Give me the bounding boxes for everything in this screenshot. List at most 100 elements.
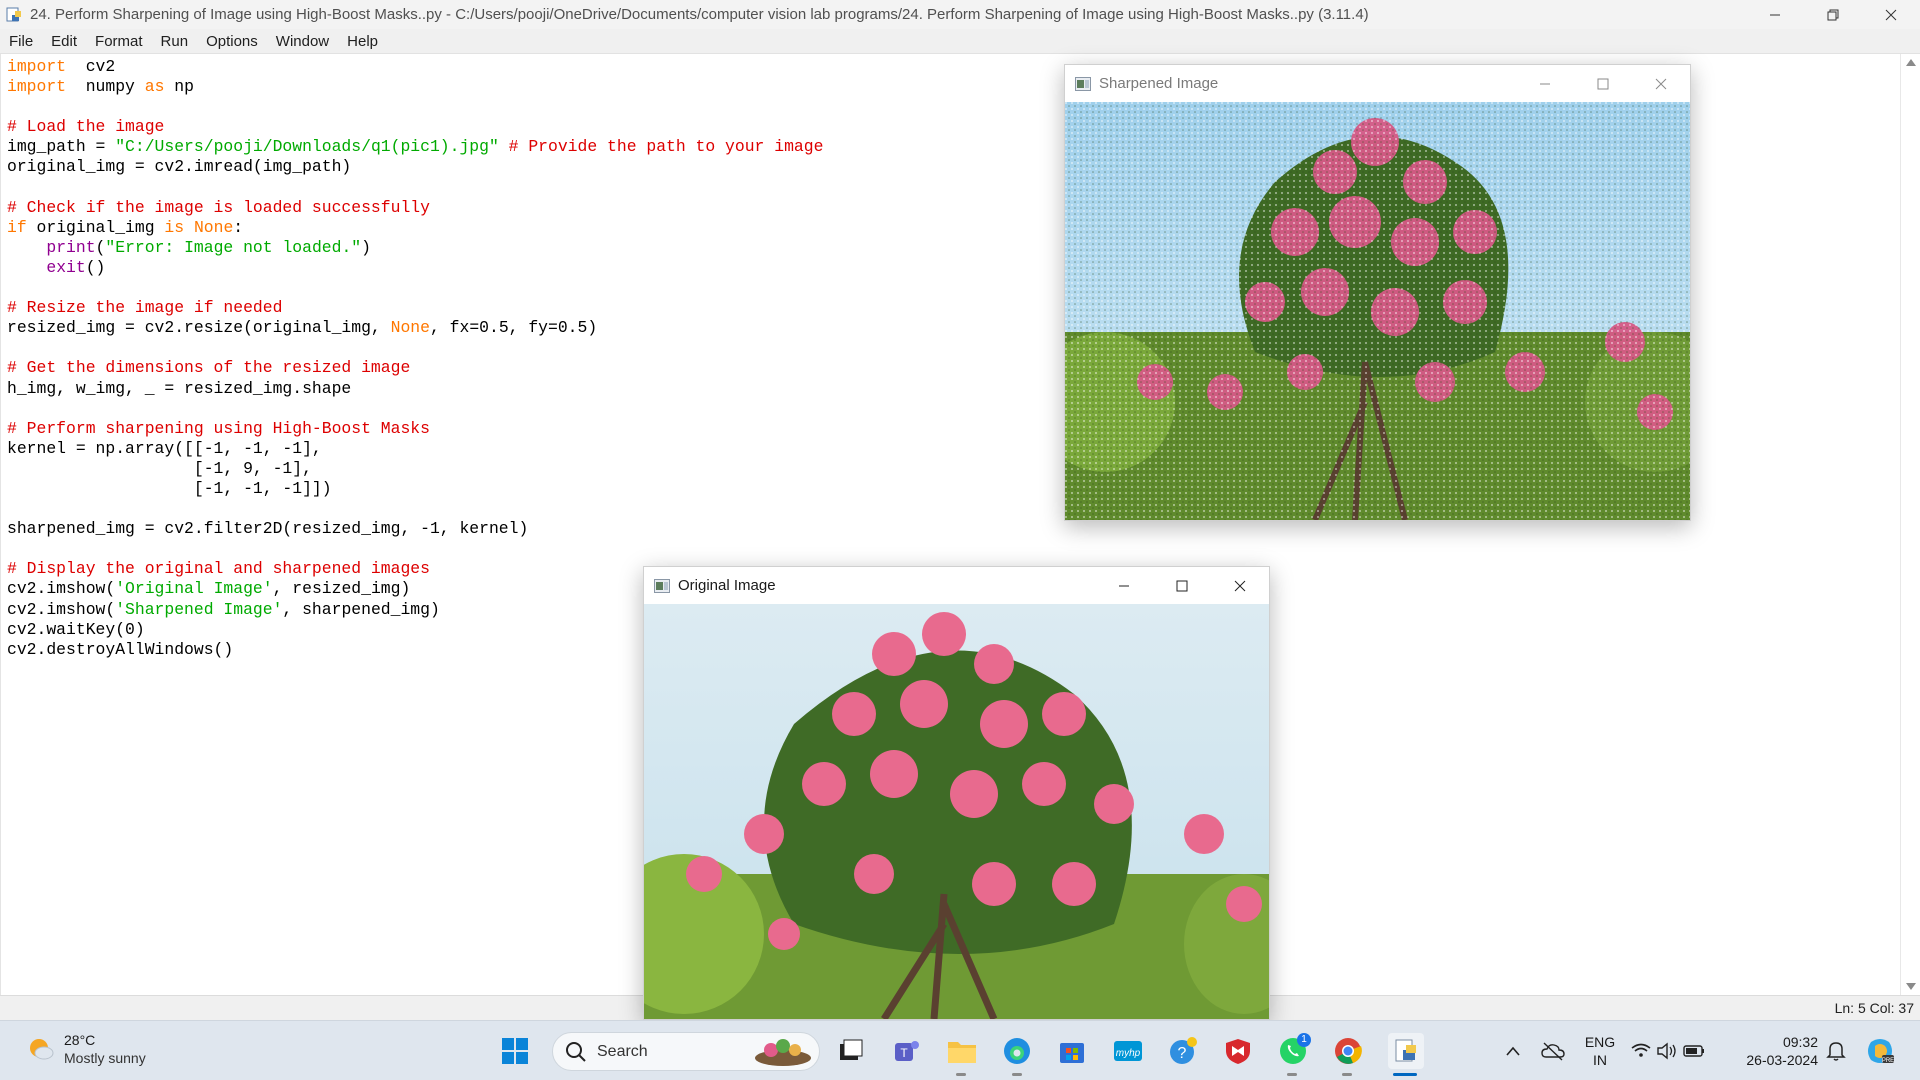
restore-icon [1827,9,1839,20]
code-token: # Provide the path to your image [508,137,824,157]
python-idle-icon [6,7,21,21]
show-hidden-icons-button[interactable] [1497,1035,1529,1067]
code-token: original_img = cv2.imread(img_path) [7,157,352,177]
sharpened-tree-image [1065,102,1690,520]
code-line[interactable]: kernel = np.array([[-1, -1, -1], [7,439,823,459]
code-token: , resized_img) [272,579,411,599]
close-button[interactable] [1862,0,1920,29]
sun-cloud-icon [30,1039,54,1060]
code-line[interactable]: ​ [7,97,823,117]
code-token: , sharpened_img) [282,599,440,619]
code-line[interactable]: # Perform sharpening using High-Boost Ma… [7,419,823,439]
code-token: print [46,237,96,257]
code-line[interactable]: ​ [7,399,823,419]
menu-run[interactable]: Run [152,33,198,50]
menu-help[interactable]: Help [338,33,387,50]
search-highlight-icon [755,1038,811,1066]
menu-window[interactable]: Window [267,33,338,50]
menu-edit[interactable]: Edit [42,33,86,50]
window-title: 24. Perform Sharpening of Image using Hi… [30,6,1369,23]
code-token: h_img, w_img, _ = resized_img.shape [7,378,352,398]
original-maximize-button[interactable] [1153,567,1211,604]
search-icon [566,1041,586,1062]
chevron-up-icon [1506,1046,1520,1056]
sharpened-minimize-button[interactable] [1516,65,1574,102]
minimize-button[interactable] [1746,0,1804,29]
code-line[interactable]: # Load the image [7,117,823,137]
taskbar-search[interactable]: Search [552,1032,820,1071]
code-line[interactable]: exit() [7,258,823,278]
sharpened-window-titlebar[interactable]: Sharpened Image [1065,65,1690,102]
code-line[interactable]: sharpened_img = cv2.filter2D(resized_img… [7,519,823,539]
code-line[interactable]: # Check if the image is loaded successfu… [7,198,823,218]
mcafee-button[interactable] [1222,1035,1254,1067]
code-line[interactable]: ​ [7,499,823,519]
code-line[interactable]: # Get the dimensions of the resized imag… [7,358,823,378]
code-line[interactable]: # Resize the image if needed [7,298,823,318]
clock[interactable]: 09:32 26-03-2024 [1728,1033,1818,1069]
original-close-button[interactable] [1211,567,1269,604]
code-line[interactable]: import cv2 [7,57,823,77]
code-line[interactable]: resized_img = cv2.resize(original_img, N… [7,318,823,338]
edge-button[interactable] [1001,1035,1033,1067]
cursor-position: Ln: 5 Col: 37 [1834,1000,1914,1016]
menu-options[interactable]: Options [197,33,267,50]
scroll-up-icon[interactable] [1906,59,1916,66]
vertical-scrollbar[interactable] [1900,54,1920,995]
onedrive-button[interactable] [1537,1035,1569,1067]
notifications-button[interactable] [1820,1035,1852,1067]
start-button[interactable] [499,1035,531,1067]
code-line[interactable]: [-1, -1, -1]]) [7,479,823,499]
sharpened-maximize-button[interactable] [1574,65,1632,102]
menu-bar: File Edit Format Run Options Window Help [0,29,1920,54]
sharpened-close-button[interactable] [1632,65,1690,102]
original-minimize-button[interactable] [1095,567,1153,604]
code-line[interactable]: ​ [7,338,823,358]
code-line[interactable]: ​ [7,539,823,559]
code-line[interactable]: ​ [7,178,823,198]
opencv-window-icon [654,578,670,593]
code-line[interactable]: print("Error: Image not loaded.") [7,238,823,258]
code-line[interactable]: h_img, w_img, _ = resized_img.shape [7,379,823,399]
code-line[interactable]: if original_img is None: [7,218,823,238]
svg-text:myhp: myhp [1116,1048,1141,1059]
maximize-icon [1176,580,1188,591]
myhp-button[interactable]: myhp [1112,1035,1144,1067]
code-line[interactable]: img_path = "C:/Users/pooji/Downloads/q1(… [7,137,823,157]
task-view-button[interactable] [835,1035,867,1067]
scroll-down-icon[interactable] [1906,983,1916,990]
code-line[interactable]: import numpy as np [7,77,823,97]
language-indicator[interactable]: ENG IN [1577,1033,1623,1069]
menu-format[interactable]: Format [86,33,152,50]
menu-file[interactable]: File [0,33,42,50]
support-button[interactable]: ? [1167,1035,1199,1067]
original-window-titlebar[interactable]: Original Image [644,567,1269,604]
weather-widget[interactable]: 28°C Mostly sunny [26,1031,146,1067]
chrome-button[interactable] [1332,1035,1364,1067]
close-icon [1885,9,1897,20]
code-token: ) [361,237,371,257]
code-line[interactable]: ​ [7,278,823,298]
opencv-window-icon [1075,76,1091,91]
code-token: original_img [26,217,165,237]
store-button[interactable] [1056,1035,1088,1067]
close-icon [1655,78,1667,89]
maximize-icon [1597,78,1609,89]
language-code: ENG [1584,1034,1616,1050]
file-explorer-button[interactable] [946,1035,978,1067]
code-line[interactable]: [-1, 9, -1], [7,459,823,479]
teams-button[interactable]: T [891,1035,923,1067]
copilot-button[interactable]: PRE [1864,1035,1896,1067]
code-line[interactable]: original_img = cv2.imread(img_path) [7,157,823,177]
python-idle-taskbar-button[interactable] [1388,1033,1424,1069]
sharpened-image-window[interactable]: Sharpened Image [1064,64,1691,521]
restore-button[interactable] [1804,0,1862,29]
network-volume-battery-button[interactable] [1630,1035,1710,1067]
idle-active-indicator [1393,1073,1417,1076]
minimize-icon [1119,585,1129,586]
close-icon [1234,580,1246,591]
code-token: cv2.destroyAllWindows() [7,639,234,659]
original-image-window[interactable]: Original Image [643,566,1270,1020]
